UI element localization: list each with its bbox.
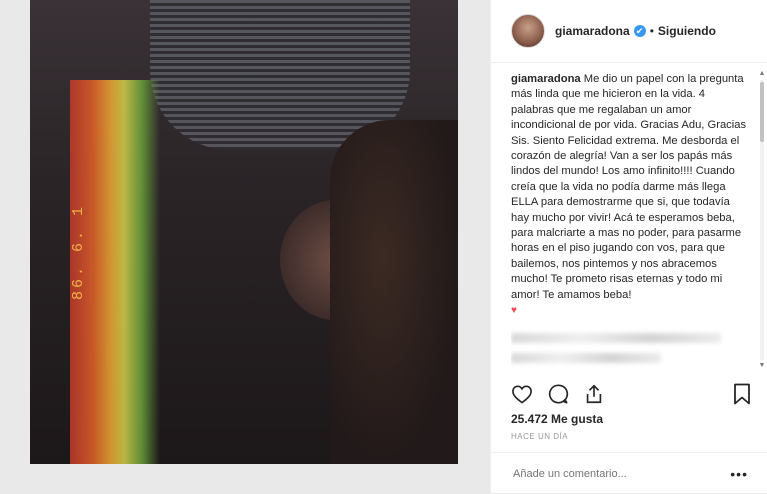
comment-input[interactable]	[511, 466, 715, 481]
bookmark-icon	[734, 383, 750, 405]
comments-scrollbar[interactable]: ▲ ▼	[758, 70, 766, 370]
blurred-comment	[511, 332, 721, 343]
share-icon	[586, 384, 602, 404]
caption-text: Me dio un papel con la pregunta más lind…	[511, 73, 747, 301]
comments-section[interactable]: giamaradona Me dio un papel con la pregu…	[511, 72, 751, 372]
caption: giamaradona Me dio un papel con la pregu…	[511, 72, 751, 319]
post-header: giamaradona ✔ • Siguiendo	[491, 0, 767, 63]
post-timestamp[interactable]: HACE UN DÍA	[511, 432, 568, 441]
comment-icon	[548, 384, 569, 404]
photo-date-stamp: 86. 6. 1	[70, 203, 87, 300]
blurred-comment	[511, 352, 661, 363]
scrollbar-thumb[interactable]	[760, 82, 764, 142]
likes-count[interactable]: 25.472 Me gusta	[511, 412, 603, 426]
heart-icon	[512, 385, 532, 404]
avatar[interactable]	[511, 14, 545, 48]
post-photo[interactable]: 86. 6. 1	[30, 0, 458, 464]
caption-username[interactable]: giamaradona	[511, 73, 581, 85]
more-options-icon[interactable]: •••	[730, 466, 748, 482]
header-separator: •	[649, 24, 654, 38]
post-side-panel: giamaradona ✔ • Siguiendo giamaradona Me…	[490, 0, 767, 493]
share-button[interactable]	[583, 383, 605, 405]
save-button[interactable]	[733, 383, 751, 405]
following-button[interactable]: Siguiendo	[658, 24, 716, 38]
photo-hair	[330, 120, 458, 464]
header-username[interactable]: giamaradona	[555, 24, 630, 38]
scroll-down-arrow-icon[interactable]: ▼	[758, 362, 766, 370]
like-button[interactable]	[511, 384, 533, 404]
comment-button[interactable]	[547, 383, 569, 405]
scroll-up-arrow-icon[interactable]: ▲	[758, 70, 766, 78]
verified-badge-icon: ✔	[633, 25, 646, 37]
heart-emoji-icon: ♥	[511, 305, 517, 317]
action-bar	[511, 380, 751, 408]
add-comment-bar: •••	[491, 452, 767, 494]
